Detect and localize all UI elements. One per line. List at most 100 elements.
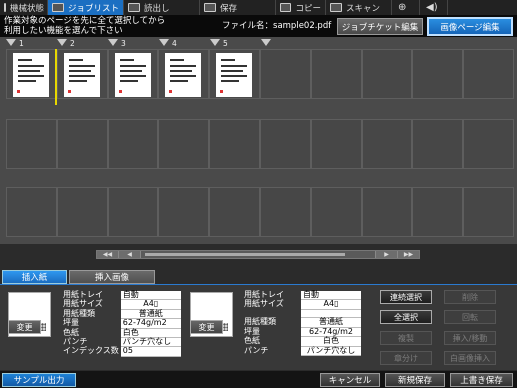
cancel-button[interactable]: キャンセル (320, 373, 380, 387)
empty-slot (361, 119, 413, 169)
image-page-edit-button[interactable]: 画像ページ編集 (427, 17, 513, 36)
tab-save[interactable]: 保存 (200, 0, 276, 15)
top-navigation: 機械状態 ジョブリスト 読出し 保存 コピー スキャン ⊕ ◀) (0, 0, 517, 15)
prop-value: 05 (120, 347, 181, 357)
insert-triangle-icon (6, 39, 16, 46)
empty-slot (56, 187, 108, 237)
blank-image-insert-button[interactable]: 白画像挿入 (444, 351, 496, 365)
overwrite-save-button[interactable]: 上書き保存 (450, 373, 513, 387)
page-marker[interactable]: 5 (210, 39, 228, 49)
empty-slot (259, 119, 311, 169)
page-markers: 1 2 3 4 5 (6, 39, 516, 49)
tab-label: 読出し (144, 3, 170, 14)
empty-slot (310, 187, 362, 237)
empty-slot (463, 49, 514, 99)
scroll-track[interactable] (141, 251, 375, 258)
duplicate-button[interactable]: 複製 (380, 331, 432, 345)
page-image (165, 53, 202, 97)
empty-slot (107, 119, 159, 169)
prop-row: 坪量 62-74g/m2 (61, 318, 181, 329)
empty-slot (412, 187, 464, 237)
insert-triangle-icon (159, 39, 169, 46)
page-row (6, 187, 514, 237)
prop-row: 用紙サイズ A4▯ (242, 300, 361, 310)
copy-icon (280, 3, 292, 12)
tab-label: スキャン (346, 3, 381, 14)
page-thumbnail[interactable] (6, 49, 57, 99)
delete-button[interactable]: 削除 (444, 290, 496, 304)
page-marker[interactable]: 3 (108, 39, 126, 49)
insert-move-button[interactable]: 挿入/移動 (444, 331, 496, 345)
prop-row: 用紙サイズ A4▯ (61, 299, 181, 310)
empty-slot (158, 187, 210, 237)
chapter-split-button[interactable]: 章分け (380, 351, 432, 365)
tab-insert-paper[interactable]: 插入紙 (2, 270, 67, 284)
insert-triangle-icon (261, 39, 271, 46)
scroll-prev-button[interactable]: ◀ (119, 251, 141, 258)
tab-machine-status[interactable]: 機械状態 (0, 0, 48, 15)
paper-properties-right: 用紙トレイ 自動 用紙サイズ A4▯ 用紙種類 普通紙 坪量 62-74g/m2 色紙白… (242, 290, 361, 357)
rotate-button[interactable]: 回転 (444, 310, 496, 324)
language-button[interactable]: ⊕ (392, 0, 420, 15)
empty-slot (209, 187, 260, 237)
list-icon (52, 3, 64, 12)
insert-triangle-icon (210, 39, 220, 46)
recall-icon (128, 3, 140, 12)
paper-properties-left: 用紙トレイ 自動 用紙サイズ A4▯ 用紙種類 普通紙 坪量 62-74g/m2 色紙白… (61, 290, 181, 357)
sample-output-button[interactable]: サンプル出力 (2, 373, 76, 387)
machine-icon (4, 3, 6, 12)
empty-slot (209, 119, 260, 169)
change-button-left[interactable]: 変更 (8, 320, 41, 334)
scan-icon (330, 3, 342, 12)
prop-value: パンチ穴なし (301, 346, 361, 357)
job-ticket-edit-button[interactable]: ジョブチケット編集 (337, 18, 423, 35)
change-button-right[interactable]: 変更 (190, 320, 223, 334)
tab-scan[interactable]: スキャン (326, 0, 392, 15)
prop-key: インデックス数 (63, 346, 119, 356)
prop-row: 用紙種類 普通紙 (242, 317, 361, 328)
empty-slot (259, 187, 311, 237)
tab-copy[interactable]: コピー (276, 0, 326, 15)
globe-icon: ⊕ (398, 2, 407, 13)
continuous-select-button[interactable]: 連続選択 (380, 290, 432, 304)
filename-label: ファイル名： (222, 21, 274, 31)
scroll-first-button[interactable]: ◀◀ (97, 251, 119, 258)
empty-slot (463, 119, 514, 169)
prop-row: パンチ パンチ穴なし (242, 345, 361, 357)
tab-insert-image[interactable]: 挿入画像 (69, 270, 155, 284)
page-marker[interactable]: 1 (6, 39, 24, 49)
empty-slot (158, 119, 210, 169)
filename-value: sample02.pdf (273, 21, 332, 31)
page-marker[interactable]: 4 (159, 39, 177, 49)
page-marker[interactable]: 2 (57, 39, 75, 49)
insert-triangle-icon (108, 39, 118, 46)
page-scrollbar[interactable]: ◀◀ ◀ ▶ ▶▶ (96, 250, 420, 259)
prop-value: 普通紙 (301, 318, 361, 328)
prop-key: 用紙サイズ (63, 299, 103, 309)
page-marker-end[interactable] (261, 39, 272, 49)
scroll-next-button[interactable]: ▶ (375, 251, 397, 258)
page-number: 3 (121, 39, 126, 48)
page-image (63, 53, 100, 97)
insert-cursor (55, 49, 57, 105)
scroll-thumb[interactable] (145, 253, 345, 256)
right-arrow-icon: ▶ (384, 251, 389, 258)
scroll-last-button[interactable]: ▶▶ (397, 251, 419, 258)
prop-value: A4▯ (301, 300, 361, 310)
tab-label: 保存 (220, 3, 238, 14)
prop-key: パンチ (244, 345, 269, 355)
page-row (6, 49, 514, 99)
prop-key: 用紙種類 (244, 317, 276, 327)
tab-job-list[interactable]: ジョブリスト (48, 0, 124, 15)
empty-slot (56, 119, 108, 169)
page-thumbnail[interactable] (209, 49, 260, 99)
select-all-button[interactable]: 全選択 (380, 310, 432, 324)
volume-button[interactable]: ◀) (420, 0, 448, 15)
save-new-button[interactable]: 新規保存 (385, 373, 445, 387)
page-image (13, 53, 49, 97)
page-thumbnail[interactable] (107, 49, 159, 99)
page-thumbnail[interactable] (56, 49, 108, 99)
prop-row: インデックス数 05 (61, 346, 181, 357)
page-thumbnail[interactable] (158, 49, 210, 99)
tab-recall[interactable]: 読出し (124, 0, 200, 15)
